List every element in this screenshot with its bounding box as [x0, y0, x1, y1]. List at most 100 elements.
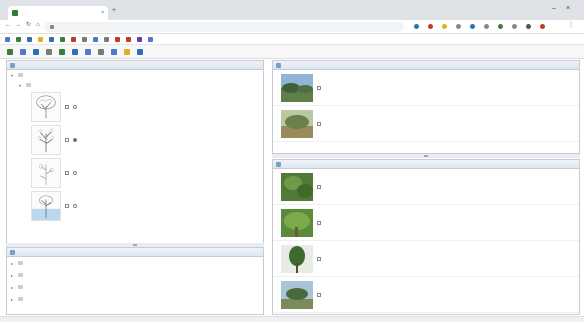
state-row[interactable] — [7, 90, 263, 123]
draw-button[interactable] — [97, 48, 105, 56]
list-button[interactable] — [110, 48, 118, 56]
lock-icon — [50, 25, 54, 29]
radio[interactable] — [73, 170, 77, 175]
expand-icon[interactable]: ▸ — [11, 261, 15, 266]
entity-photo — [281, 109, 313, 138]
bookmark-item[interactable] — [126, 36, 133, 42]
chosen-item[interactable]: ▸ — [7, 257, 263, 269]
checkbox[interactable] — [317, 184, 321, 189]
chosen-item[interactable]: ▸ — [7, 281, 263, 293]
entity-photo — [281, 172, 313, 201]
bookmark-item[interactable] — [49, 36, 56, 42]
radio[interactable] — [73, 104, 77, 109]
bookmark-item[interactable] — [27, 36, 34, 42]
tree-node-plant[interactable]: ▾ — [7, 70, 263, 80]
entity-row[interactable] — [273, 205, 579, 241]
bookmark-icon — [16, 36, 21, 42]
bookmark-item[interactable] — [93, 36, 100, 42]
checkbox[interactable] — [317, 220, 321, 225]
tree-illustration-icon — [31, 190, 61, 221]
radio-selected[interactable] — [73, 137, 77, 142]
collapse-icon[interactable]: ▾ — [19, 83, 23, 88]
tools-button[interactable] — [123, 48, 131, 56]
expand-icon[interactable]: ▸ — [11, 285, 15, 290]
bookmark-item[interactable] — [104, 36, 111, 42]
reload-icon[interactable]: ↻ — [26, 22, 31, 28]
bookmark-item[interactable] — [115, 36, 122, 42]
bookmark-item[interactable] — [71, 36, 78, 42]
checkbox[interactable] — [65, 104, 69, 109]
checkbox[interactable] — [317, 85, 321, 90]
state-row[interactable] — [7, 123, 263, 156]
bookmark-icon — [148, 36, 153, 42]
bookmark-item[interactable] — [38, 36, 45, 42]
browser-menu-icon[interactable]: ⋮ — [568, 22, 574, 28]
collapse-icon[interactable]: ▾ — [11, 73, 15, 78]
panel-header — [273, 61, 579, 70]
close-tab-icon[interactable]: × — [101, 10, 104, 16]
extension-icon[interactable] — [414, 24, 419, 29]
browser-tab[interactable]: × — [8, 6, 108, 20]
bookmark-item[interactable] — [5, 36, 12, 42]
entity-photo — [281, 280, 313, 309]
folder-icon — [26, 83, 31, 87]
filter-button[interactable] — [71, 48, 79, 56]
bookmark-item[interactable] — [60, 36, 67, 42]
checkbox[interactable] — [317, 292, 321, 297]
extension-icon[interactable] — [470, 24, 475, 29]
extension-icon[interactable] — [498, 24, 503, 29]
extension-icon[interactable] — [484, 24, 489, 29]
extension-icon[interactable] — [442, 24, 447, 29]
bookmark-icon — [93, 36, 98, 42]
checkbox[interactable] — [65, 203, 69, 208]
extension-icon[interactable] — [512, 24, 517, 29]
tree-node-form[interactable]: ▾ — [7, 80, 263, 90]
bookmark-item[interactable] — [137, 36, 144, 42]
state-row[interactable] — [7, 189, 263, 222]
checkbox[interactable] — [65, 170, 69, 175]
bookmark-item[interactable] — [148, 36, 155, 42]
entity-row[interactable] — [273, 106, 579, 142]
forward-icon[interactable]: → — [15, 22, 21, 28]
extension-icon[interactable] — [540, 24, 545, 29]
entity-row[interactable] — [273, 241, 579, 277]
open-key-button[interactable] — [19, 48, 27, 56]
expand-icon[interactable]: ▸ — [11, 273, 15, 278]
chosen-item[interactable]: ▸ — [7, 269, 263, 281]
bookmark-icon — [137, 36, 142, 42]
new-tab-icon[interactable]: + — [112, 7, 116, 14]
panel-header — [7, 61, 263, 70]
help-button[interactable] — [136, 48, 144, 56]
extension-icon[interactable] — [428, 24, 433, 29]
bookmark-item[interactable] — [16, 36, 23, 42]
edit-button[interactable] — [84, 48, 92, 56]
entity-photo — [281, 73, 313, 102]
folder-icon — [18, 285, 23, 289]
entity-photo — [281, 244, 313, 273]
restart-key-button[interactable] — [6, 48, 14, 56]
checkbox[interactable] — [317, 121, 321, 126]
extension-icon[interactable] — [456, 24, 461, 29]
minimize-icon[interactable]: – — [552, 5, 556, 12]
checkbox[interactable] — [317, 256, 321, 261]
entity-row[interactable] — [273, 70, 579, 106]
expand-icon[interactable]: ▸ — [11, 297, 15, 302]
entity-row[interactable] — [273, 277, 579, 313]
chosen-item[interactable]: ▸ — [7, 293, 263, 305]
entity-row[interactable] — [273, 169, 579, 205]
entity-photo — [281, 208, 313, 237]
panel-splitter[interactable] — [272, 154, 580, 158]
best-character-button[interactable] — [45, 48, 53, 56]
state-row[interactable] — [7, 156, 263, 189]
home-icon[interactable]: ⌂ — [36, 22, 40, 28]
radio[interactable] — [73, 203, 77, 208]
back-icon[interactable]: ← — [5, 22, 11, 28]
close-window-icon[interactable]: × — [566, 5, 570, 12]
bookmark-item[interactable] — [82, 36, 89, 42]
save-button[interactable] — [32, 48, 40, 56]
checkbox[interactable] — [65, 137, 69, 142]
url-field[interactable] — [44, 22, 404, 32]
bookmark-icon — [49, 36, 54, 42]
profile-avatar[interactable] — [526, 24, 531, 29]
separate-character-button[interactable] — [58, 48, 66, 56]
